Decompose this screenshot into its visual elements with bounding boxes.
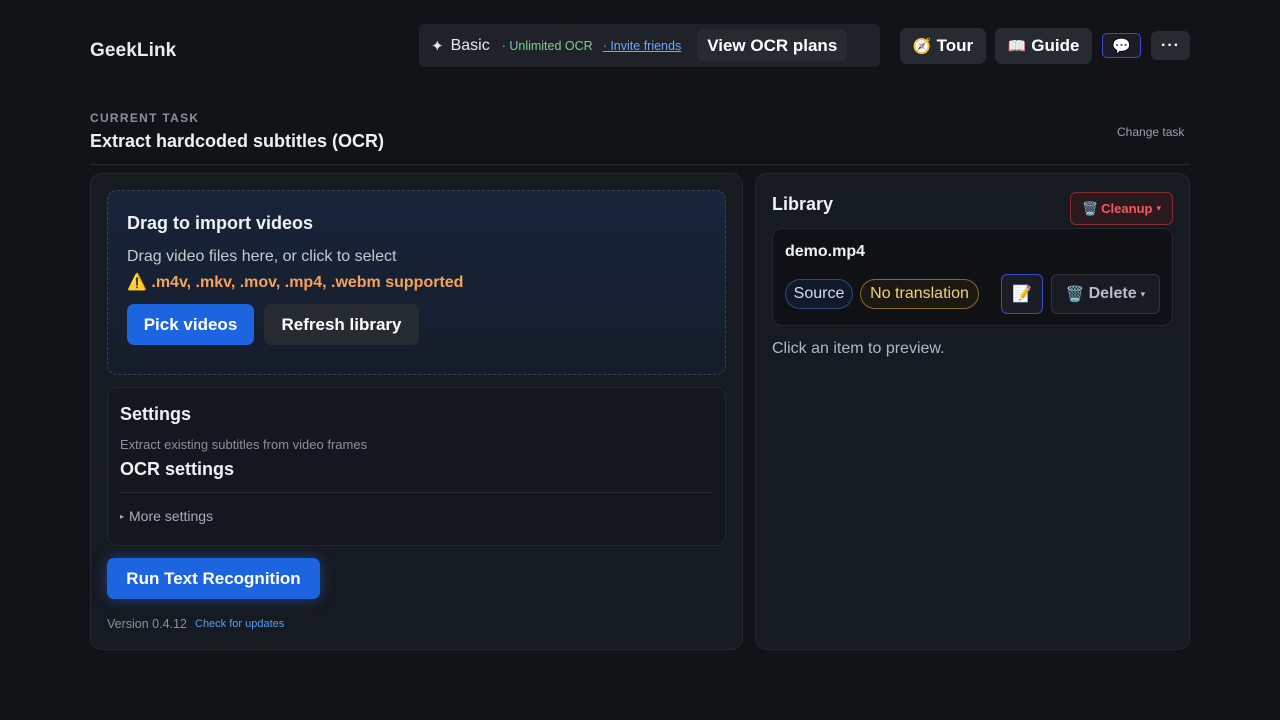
- settings-divider: [120, 492, 713, 493]
- check-updates-link[interactable]: Check for updates: [195, 618, 284, 630]
- change-task-link[interactable]: Change task: [1117, 125, 1184, 139]
- run-text-recognition-button[interactable]: Run Text Recognition: [107, 558, 320, 599]
- plan-name: Basic: [450, 36, 490, 54]
- preview-hint: Click an item to preview.: [772, 340, 945, 357]
- invite-friends-link[interactable]: · Invite friends: [603, 39, 682, 53]
- chevron-down-icon: ▾: [1140, 288, 1146, 299]
- guide-button[interactable]: 📖 Guide: [995, 28, 1092, 64]
- settings-title: Settings: [120, 404, 192, 424]
- cleanup-button[interactable]: 🗑️ Cleanup ▾: [1070, 192, 1173, 225]
- guide-label: Guide: [1031, 36, 1080, 55]
- trash-icon: 🗑️: [1081, 200, 1099, 216]
- translation-status-tag[interactable]: No translation: [860, 279, 979, 309]
- chat-bubble-icon: 💬: [1112, 37, 1131, 55]
- more-settings-toggle[interactable]: ▸ More settings: [120, 508, 213, 524]
- chevron-down-icon: ▾: [1156, 203, 1161, 213]
- memo-icon: 📝: [1012, 286, 1032, 303]
- source-tag[interactable]: Source: [785, 279, 853, 309]
- more-settings-label: More settings: [129, 508, 214, 524]
- tour-button[interactable]: 🧭 Tour: [900, 28, 986, 64]
- sparkle-icon: ✦: [431, 37, 444, 55]
- more-menu-button[interactable]: ···: [1151, 31, 1190, 60]
- book-icon: 📖: [1007, 38, 1027, 55]
- refresh-library-button[interactable]: Refresh library: [264, 304, 419, 345]
- version-label: Version 0.4.12: [107, 617, 187, 631]
- disclosure-triangle-icon: ▸: [120, 512, 125, 521]
- library-item-name: demo.mp4: [785, 243, 866, 260]
- plan-banner: ✦ Basic · Unlimited OCR · Invite friends…: [419, 24, 880, 67]
- view-ocr-plans-button[interactable]: View OCR plans: [697, 30, 848, 61]
- cleanup-label: Cleanup: [1101, 201, 1153, 216]
- current-task-label: CURRENT TASK: [90, 111, 200, 125]
- pick-videos-button[interactable]: Pick videos: [127, 304, 254, 345]
- feedback-button[interactable]: 💬: [1102, 33, 1141, 58]
- dropzone-title: Drag to import videos: [127, 213, 314, 233]
- compass-icon: 🧭: [912, 38, 932, 55]
- delete-button[interactable]: 🗑️ Delete ▾: [1051, 274, 1160, 314]
- app-brand: GeekLink: [90, 40, 177, 61]
- current-task-title: Extract hardcoded subtitles (OCR): [90, 131, 385, 151]
- plan-unlimited-label: · Unlimited OCR: [501, 38, 593, 53]
- header-divider: [90, 164, 1190, 165]
- ellipsis-icon: ···: [1161, 36, 1180, 54]
- dropzone-subtitle: Drag video files here, or click to selec…: [127, 248, 397, 265]
- settings-description: Extract existing subtitles from video fr…: [120, 437, 368, 452]
- trash-icon: 🗑️: [1065, 286, 1085, 303]
- library-title: Library: [772, 194, 834, 214]
- supported-formats: ⚠️ .m4v, .mkv, .mov, .mp4, .webm support…: [127, 274, 464, 291]
- tour-label: Tour: [936, 36, 974, 55]
- delete-label: Delete: [1088, 285, 1137, 302]
- edit-subtitles-button[interactable]: 📝: [1001, 274, 1043, 314]
- ocr-settings-title: OCR settings: [120, 459, 235, 479]
